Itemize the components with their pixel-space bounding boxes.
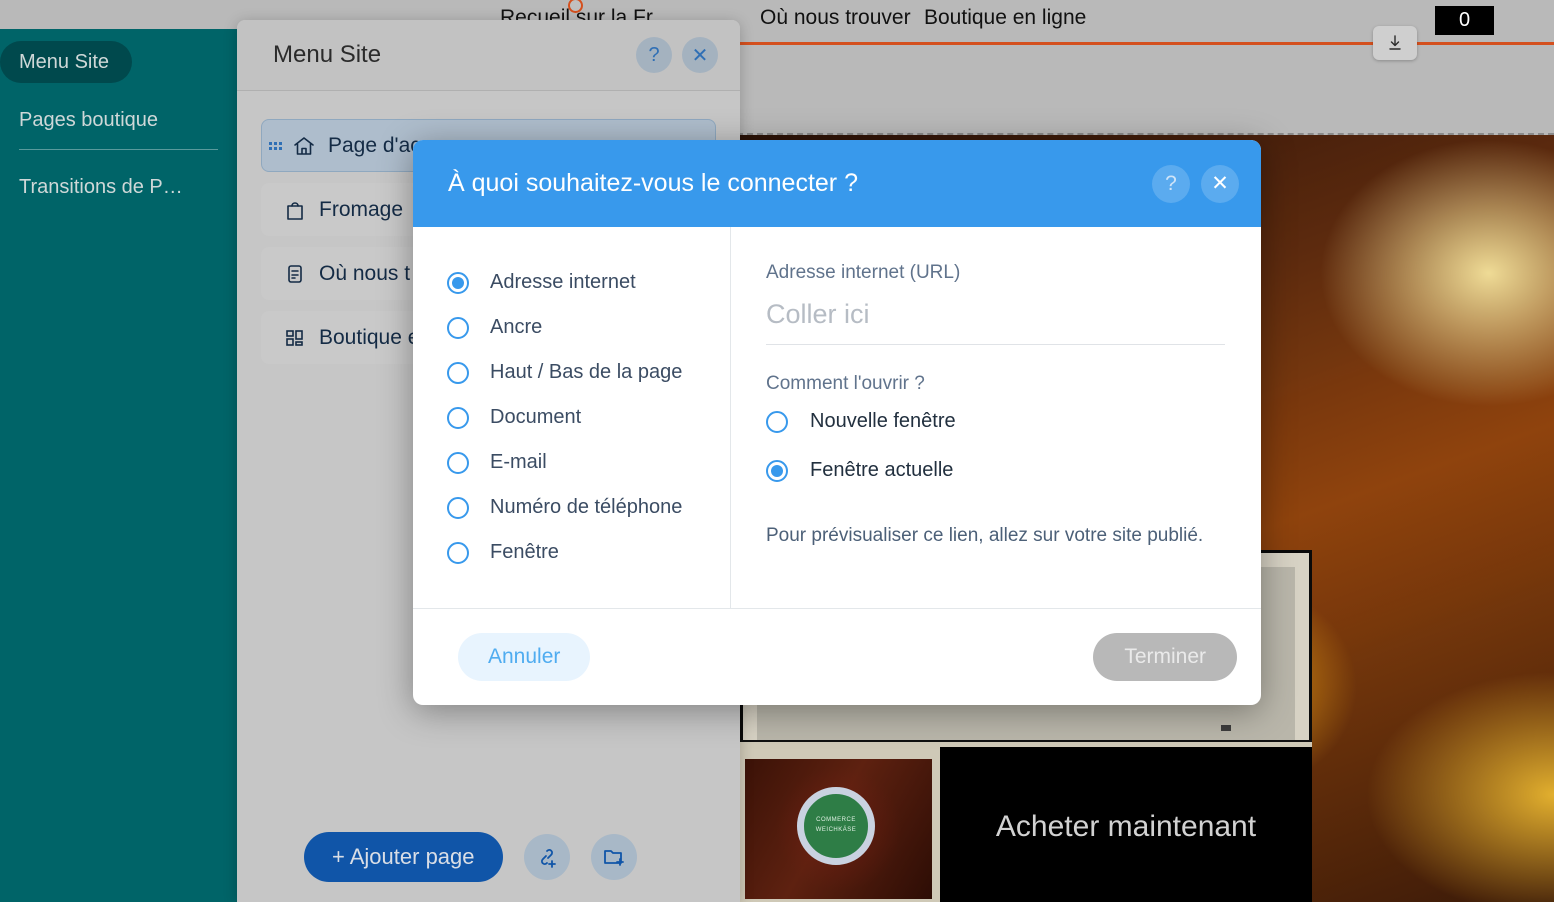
link-type-label: Fenêtre <box>490 541 559 563</box>
brand-label: COMMERCE <box>816 817 856 824</box>
sidebar-item-menu-site-label: Menu Site <box>19 50 110 73</box>
shop-strip-handle[interactable] <box>1221 725 1231 731</box>
url-input[interactable]: Coller ici <box>766 299 1225 345</box>
link-type-label: Document <box>490 406 582 428</box>
menu-site-panel-footer: + Ajouter page <box>237 812 740 902</box>
sidebar-divider <box>19 149 218 150</box>
open-mode-fenetre-actuelle[interactable]: Fenêtre actuelle <box>766 448 1225 493</box>
link-type-label: E-mail <box>490 451 547 473</box>
radio-icon[interactable] <box>447 361 469 384</box>
link-type-label: Ancre <box>490 316 543 338</box>
list-item-label: Fromage <box>319 197 404 221</box>
link-detail-panel: Adresse internet (URL) Coller ici Commen… <box>731 227 1261 608</box>
buy-now-label: Acheter maintenant <box>995 810 1257 843</box>
home-icon <box>290 134 318 158</box>
list-item-label: Boutique e <box>319 325 420 349</box>
sidebar-item-menu-site[interactable]: Menu Site <box>0 41 132 83</box>
open-mode-label-text: Nouvelle fenêtre <box>810 410 956 432</box>
folder-plus-icon[interactable] <box>590 834 637 880</box>
link-dialog-title: À quoi souhaitez-vous le connecter ? <box>448 169 858 197</box>
buy-now-banner[interactable]: Acheter maintenant <box>940 747 1312 902</box>
radio-icon[interactable] <box>447 541 469 564</box>
url-field-label: Adresse internet (URL) <box>766 262 961 283</box>
link-dialog-footer: Annuler Terminer <box>413 608 1261 705</box>
link-type-label: Numéro de téléphone <box>490 496 683 518</box>
link-dialog: À quoi souhaitez-vous le connecter ? ? ✕… <box>413 140 1261 705</box>
link-type-numero-telephone[interactable]: Numéro de téléphone <box>447 485 730 530</box>
nav-link-ou-nous-trouver[interactable]: Où nous trouver <box>760 6 911 30</box>
link-type-list: Adresse internet Ancre Haut / Bas de la … <box>413 227 731 608</box>
grid-icon <box>281 326 309 350</box>
radio-icon[interactable] <box>447 496 469 519</box>
sidebar-item-transitions-label: Transitions de P… <box>19 176 183 198</box>
cancel-button[interactable]: Annuler <box>458 633 591 681</box>
link-type-document[interactable]: Document <box>447 395 730 440</box>
help-icon[interactable]: ? <box>636 37 672 73</box>
help-icon-label: ? <box>1165 171 1177 195</box>
open-mode-nouvelle-fenetre[interactable]: Nouvelle fenêtre <box>766 399 1225 444</box>
link-plus-icon[interactable] <box>523 834 570 880</box>
drag-handle-icon[interactable] <box>269 141 282 150</box>
link-type-label: Haut / Bas de la page <box>490 361 683 383</box>
counter-badge: 0 <box>1435 6 1494 35</box>
help-icon-label: ? <box>648 43 660 66</box>
menu-site-panel-title: Menu Site <box>273 41 382 68</box>
left-sidebar: Menu Site Pages boutique Transitions de … <box>0 29 237 902</box>
document-icon <box>281 262 309 286</box>
link-type-email[interactable]: E-mail <box>447 440 730 485</box>
radio-icon[interactable] <box>766 410 788 433</box>
help-icon[interactable]: ? <box>1152 164 1190 203</box>
radio-icon[interactable] <box>447 271 469 294</box>
cheese-wheel-icon: COMMERCE WEICHKÄSE <box>797 787 875 865</box>
open-mode-label: Comment l'ouvrir ? <box>766 373 925 394</box>
close-icon-label: ✕ <box>1211 172 1229 195</box>
close-icon[interactable]: ✕ <box>682 37 718 73</box>
link-type-fenetre[interactable]: Fenêtre <box>447 530 730 575</box>
sidebar-item-transitions[interactable]: Transitions de P… <box>0 176 237 199</box>
menu-site-panel-header: Menu Site ? ✕ <box>237 20 740 91</box>
link-type-adresse-internet[interactable]: Adresse internet <box>447 260 730 305</box>
close-icon[interactable]: ✕ <box>1201 164 1239 203</box>
shopping-bag-icon <box>281 198 309 222</box>
link-type-ancre[interactable]: Ancre <box>447 305 730 350</box>
cancel-button-label: Annuler <box>488 645 561 668</box>
sidebar-item-pages-boutique[interactable]: Pages boutique <box>0 109 237 132</box>
product-thumbnail[interactable]: COMMERCE WEICHKÄSE <box>745 759 932 899</box>
link-dialog-body: Adresse internet Ancre Haut / Bas de la … <box>413 227 1261 608</box>
add-page-button-label: + Ajouter page <box>332 844 475 869</box>
radio-icon[interactable] <box>447 406 469 429</box>
brand-sublabel: WEICHKÄSE <box>815 827 857 833</box>
sidebar-item-pages-boutique-label: Pages boutique <box>19 109 159 131</box>
list-item-label: Page d'ac <box>328 133 421 157</box>
finish-button[interactable]: Terminer <box>1093 633 1237 681</box>
add-page-button[interactable]: + Ajouter page <box>304 832 503 882</box>
close-icon-label: ✕ <box>691 44 709 67</box>
preview-note: Pour prévisualiser ce lien, allez sur vo… <box>766 525 1204 546</box>
link-type-haut-bas-page[interactable]: Haut / Bas de la page <box>447 350 730 395</box>
finish-button-label: Terminer <box>1124 645 1206 668</box>
link-type-label: Adresse internet <box>490 271 636 293</box>
radio-icon[interactable] <box>447 316 469 339</box>
link-dialog-header: À quoi souhaitez-vous le connecter ? ? ✕ <box>413 140 1261 227</box>
radio-icon[interactable] <box>766 459 788 482</box>
list-item-label: Où nous t <box>319 261 411 285</box>
nav-link-boutique-en-ligne[interactable]: Boutique en ligne <box>924 6 1086 30</box>
open-mode-label-text: Fenêtre actuelle <box>810 459 954 481</box>
radio-icon[interactable] <box>447 451 469 474</box>
shop-strip[interactable]: COMMERCE WEICHKÄSE Acheter maintenant <box>740 725 1312 902</box>
download-icon[interactable] <box>1373 26 1417 60</box>
